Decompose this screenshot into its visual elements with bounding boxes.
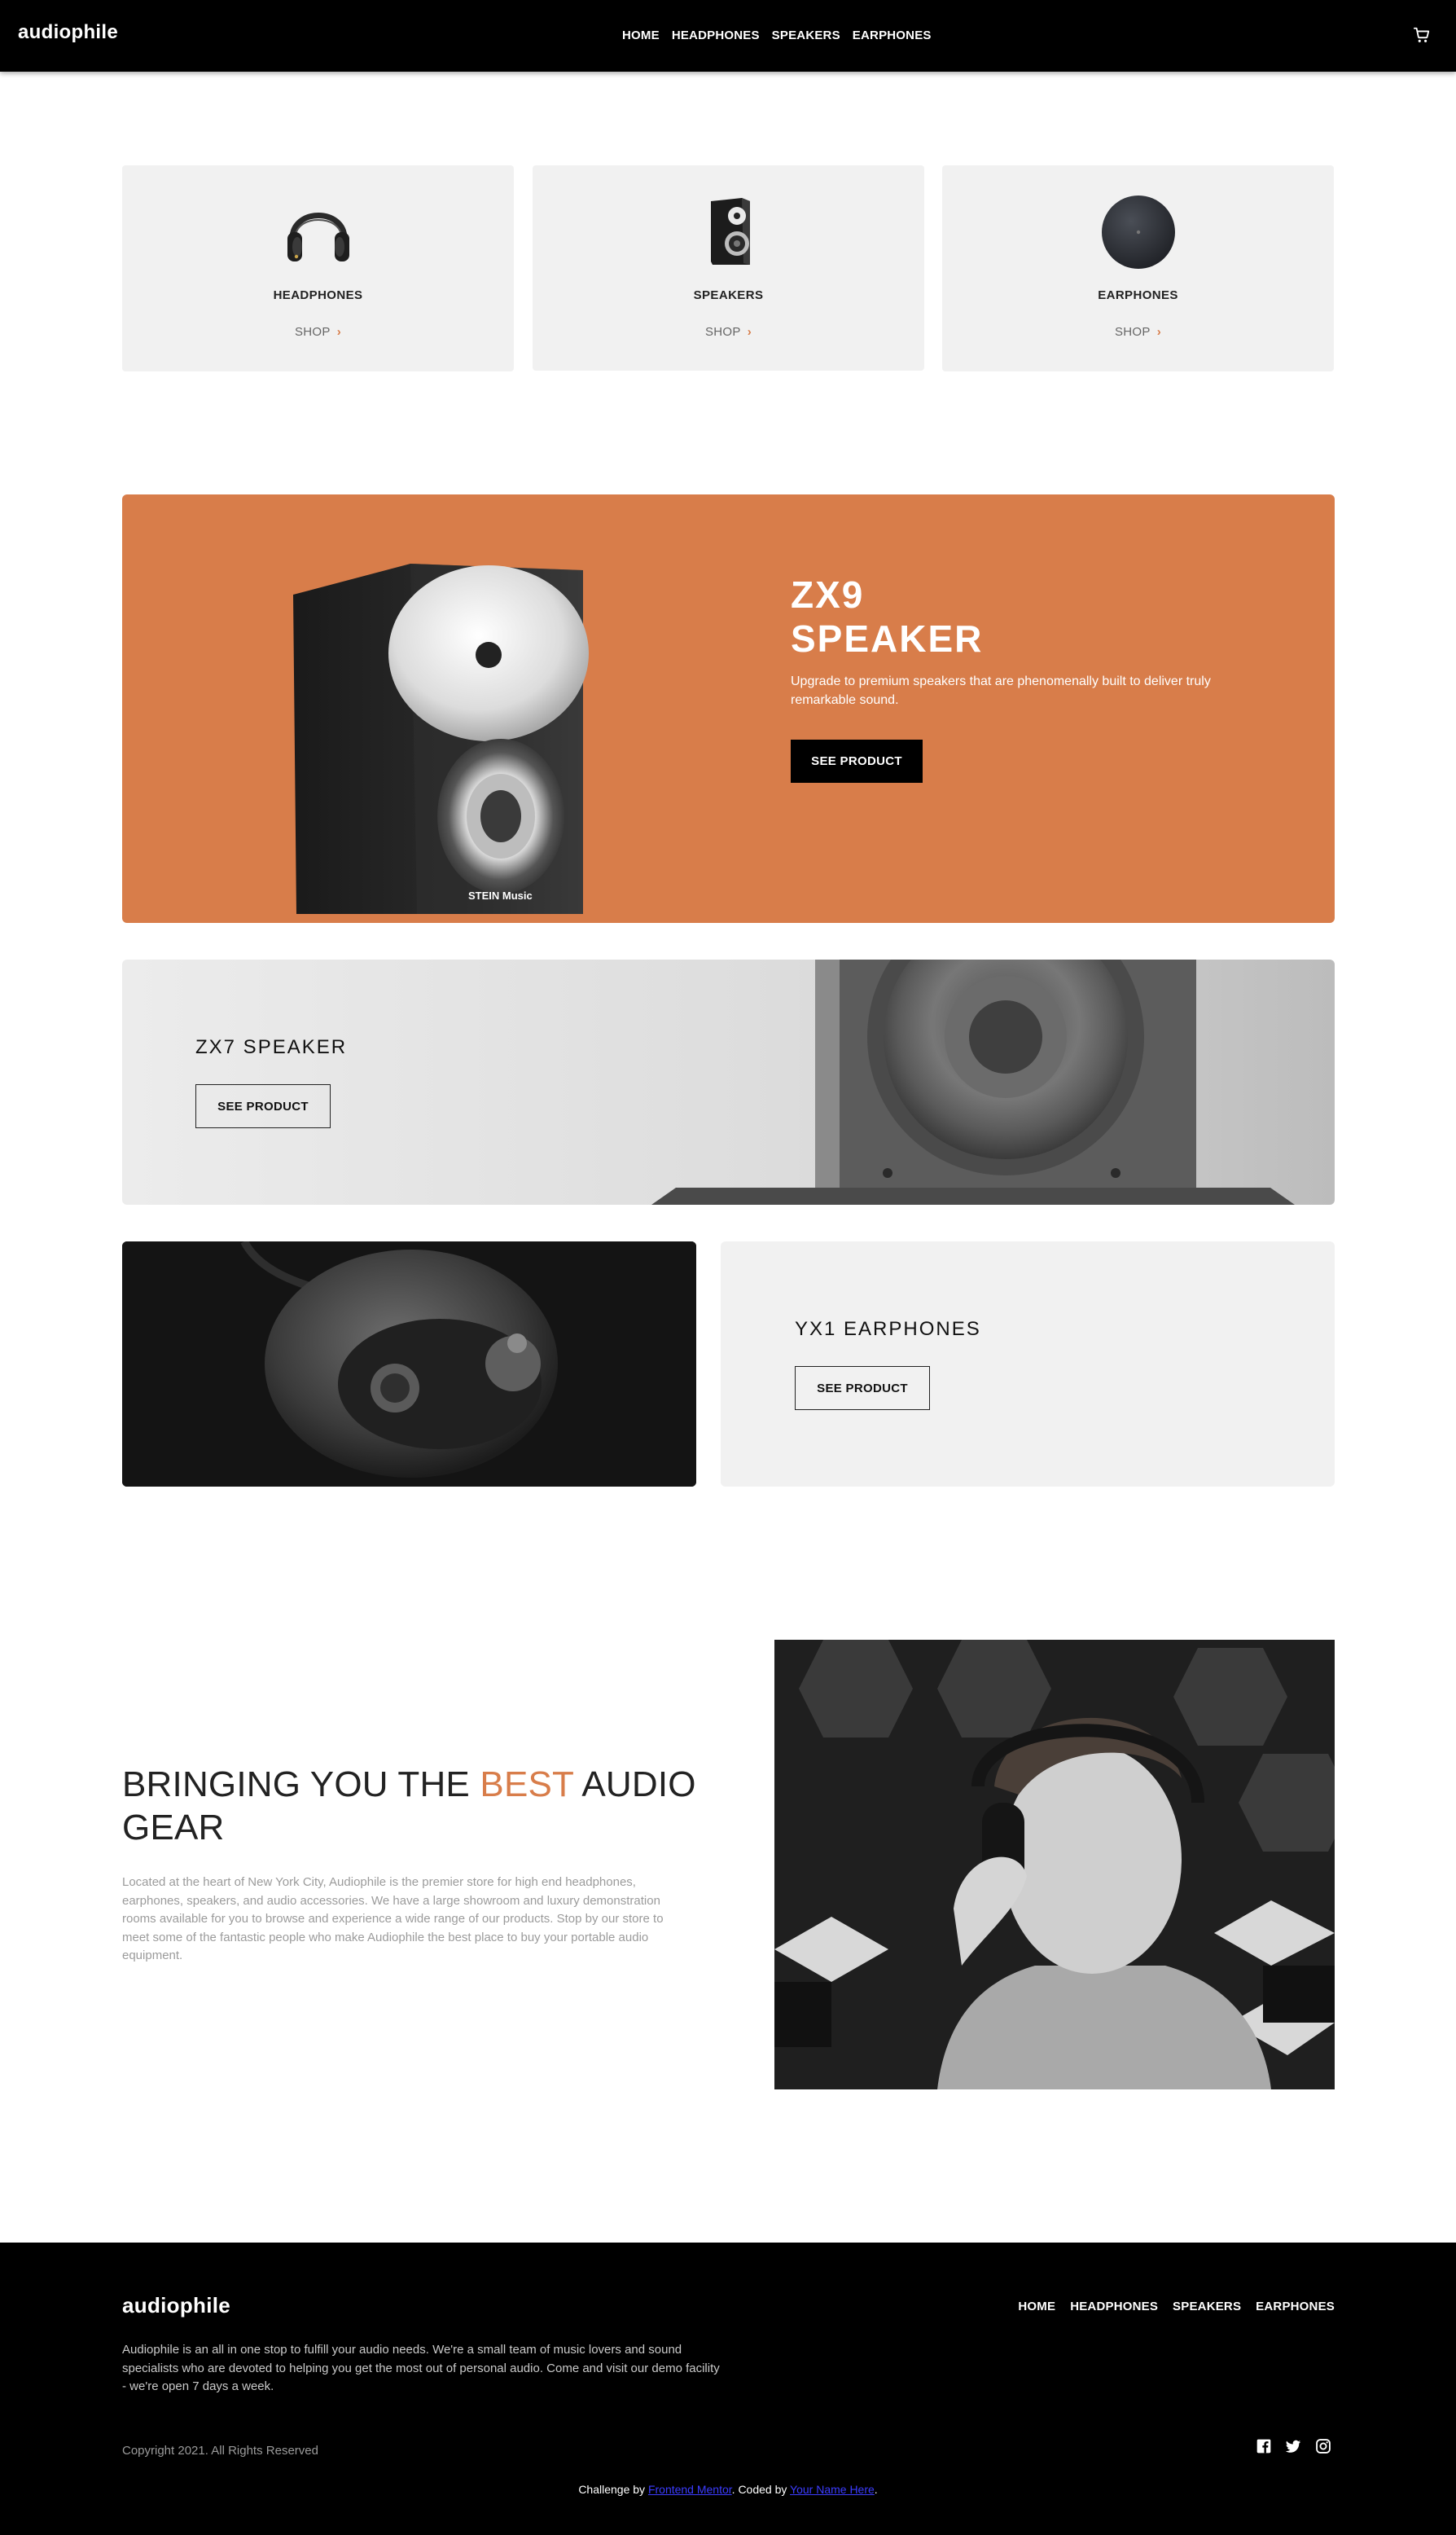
nav-home[interactable]: HOME: [622, 29, 660, 42]
shop-label: SHOP: [294, 325, 331, 339]
category-card-earphones[interactable]: EARPHONES SHOP ›: [942, 165, 1334, 371]
chevron-right-icon: ›: [747, 325, 752, 339]
yx1-see-product-button[interactable]: SEE PRODUCT: [795, 1366, 930, 1410]
yx1-title: YX1 EARPHONES: [795, 1318, 981, 1340]
shop-link[interactable]: SHOP ›: [533, 325, 924, 339]
nav-earphones[interactable]: EARPHONES: [853, 29, 932, 42]
zx7-title: ZX7 SPEAKER: [195, 1036, 348, 1058]
main-nav: HOME HEADPHONES SPEAKERS EARPHONES: [622, 29, 932, 42]
zx9-hero: STEIN Music ZX9 SPEAKER Upgrade to premi…: [122, 494, 1335, 923]
credit-suffix: .: [874, 2483, 878, 2496]
author-link[interactable]: Your Name Here: [790, 2483, 875, 2496]
zx9-title-line1: ZX9: [791, 573, 865, 616]
site-header: audiophile HOME HEADPHONES SPEAKERS EARP…: [0, 0, 1456, 72]
nav-speakers[interactable]: SPEAKERS: [772, 29, 840, 42]
logo[interactable]: audiophile: [18, 21, 118, 44]
footer-description: Audiophile is an all in one stop to fulf…: [122, 2343, 720, 2393]
speaker-thumbnail: [710, 198, 750, 265]
shop-link[interactable]: SHOP ›: [942, 325, 1334, 339]
footer-logo[interactable]: audiophile: [122, 2293, 230, 2318]
footer-nav-headphones[interactable]: HEADPHONES: [1070, 2300, 1158, 2313]
page: audiophile HOME HEADPHONES SPEAKERS EARP…: [0, 0, 1456, 2535]
twitter-icon[interactable]: [1285, 2438, 1301, 2454]
about-title-accent: BEST: [480, 1764, 574, 1804]
zx7-see-product-button[interactable]: SEE PRODUCT: [195, 1084, 331, 1128]
instagram-icon[interactable]: [1315, 2438, 1331, 2454]
category-name: EARPHONES: [1098, 288, 1178, 302]
earphones-thumbnail: [1101, 196, 1175, 269]
zx7-banner: ZX7 SPEAKER SEE PRODUCT: [122, 960, 1335, 1205]
category-card-speakers[interactable]: SPEAKERS SHOP ›: [533, 165, 924, 371]
zx7-speaker-image: [651, 960, 1295, 1205]
shop-label: SHOP: [704, 325, 741, 339]
zx9-title-line2: SPEAKER: [791, 617, 984, 660]
category-name: SPEAKERS: [693, 288, 764, 302]
yx1-card: YX1 EARPHONES SEE PRODUCT: [721, 1241, 1335, 1487]
footer-nav-earphones[interactable]: EARPHONES: [1256, 2300, 1335, 2313]
zx9-see-product-button[interactable]: SEE PRODUCT: [791, 740, 923, 783]
frontend-mentor-link[interactable]: Frontend Mentor: [648, 2483, 732, 2496]
copyright: Copyright 2021. All Rights Reserved: [122, 2444, 318, 2458]
site-footer: audiophile HOME HEADPHONES SPEAKERS EARP…: [0, 2243, 1456, 2535]
credit-middle: . Coded by: [731, 2483, 791, 2496]
footer-nav-home[interactable]: HOME: [1018, 2300, 1055, 2313]
headphones-thumbnail: [287, 213, 349, 261]
brand-mark: STEIN Music: [468, 890, 533, 902]
zx9-title: ZX9 SPEAKER: [791, 573, 983, 661]
credit-prefix: Challenge by: [578, 2483, 648, 2496]
category-card-headphones[interactable]: HEADPHONES SHOP ›: [122, 165, 514, 371]
earphones-case-image: [122, 1241, 696, 1487]
shop-link[interactable]: SHOP ›: [122, 325, 514, 339]
person-with-headphones-image: [774, 1640, 1335, 2089]
nav-headphones[interactable]: HEADPHONES: [672, 29, 760, 42]
footer-nav: HOME HEADPHONES SPEAKERS EARPHONES: [1018, 2300, 1335, 2313]
about-title-before: BRINGING YOU THE: [122, 1764, 480, 1804]
yx1-earphones-image: [122, 1241, 696, 1487]
facebook-icon[interactable]: [1256, 2438, 1272, 2454]
zx9-speaker-image: STEIN Music: [293, 564, 589, 914]
footer-nav-speakers[interactable]: SPEAKERS: [1173, 2300, 1241, 2313]
zx9-description: Upgrade to premium speakers that are phe…: [791, 674, 1211, 707]
attribution: Challenge by Frontend Mentor. Coded by Y…: [0, 2483, 1456, 2496]
about-body: Located at the heart of New York City, A…: [122, 1875, 664, 1962]
category-name: HEADPHONES: [273, 288, 363, 302]
shop-label: SHOP: [1114, 325, 1151, 339]
about-title: BRINGING YOU THE BEST AUDIO GEAR: [122, 1763, 708, 1849]
chevron-right-icon: ›: [336, 325, 341, 339]
cart-icon[interactable]: [1413, 26, 1431, 44]
about-image: [774, 1640, 1335, 2089]
chevron-right-icon: ›: [1156, 325, 1161, 339]
